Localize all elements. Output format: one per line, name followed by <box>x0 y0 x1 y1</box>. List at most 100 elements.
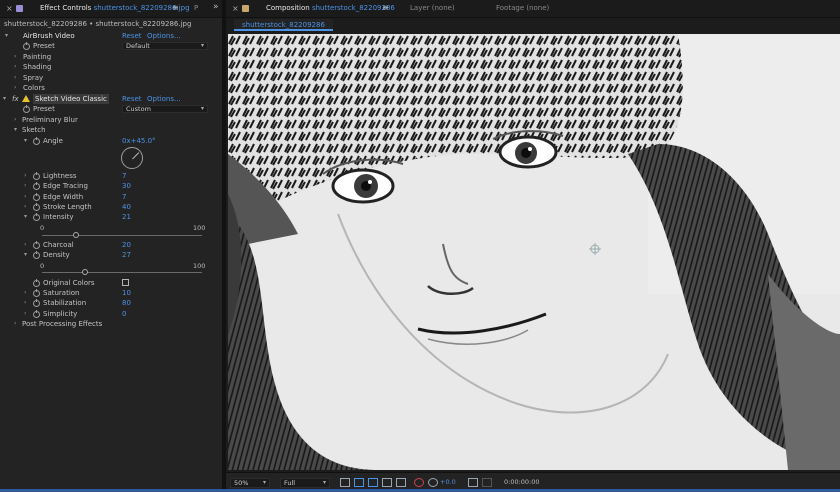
airbrush-group-colors[interactable]: › Colors <box>0 83 222 93</box>
chevron-right-icon[interactable]: › <box>24 240 26 250</box>
preset-dropdown[interactable]: Default <box>122 42 208 50</box>
param-value[interactable]: 7 <box>122 171 126 181</box>
original-colors-checkbox[interactable] <box>122 279 129 286</box>
chevron-right-icon[interactable]: › <box>24 192 26 202</box>
fast-previews-icon[interactable] <box>340 478 350 487</box>
preliminary-blur-group[interactable]: › Preliminary Blur <box>0 115 222 125</box>
param-value[interactable]: 20 <box>122 240 131 250</box>
slider-knob[interactable] <box>82 269 89 275</box>
chevron-down-icon[interactable]: ▾ <box>14 125 17 135</box>
param-value[interactable]: 7 <box>122 192 126 202</box>
show-snapshot-icon[interactable] <box>482 478 492 487</box>
options-link[interactable]: Options... <box>147 31 181 41</box>
param-value[interactable]: 21 <box>122 212 131 222</box>
hamburger-menu-icon[interactable]: ≡ <box>172 3 179 12</box>
next-tab[interactable]: P <box>194 4 198 12</box>
reset-link[interactable]: Reset <box>122 31 142 41</box>
zoom-dropdown[interactable]: 50% <box>230 478 270 488</box>
chevron-right-icon[interactable]: › <box>24 181 26 191</box>
param-value[interactable]: 27 <box>122 250 131 260</box>
chevron-right-icon[interactable]: › <box>14 62 16 72</box>
transparency-grid-icon[interactable] <box>354 478 364 487</box>
hamburger-menu-icon[interactable]: ≡ <box>382 3 389 12</box>
preset-dropdown[interactable]: Custom <box>122 105 208 113</box>
footage-tab[interactable]: Footage (none) <box>496 4 549 12</box>
chevron-right-icon[interactable]: › <box>14 115 16 125</box>
panel-overflow-icon[interactable]: » <box>213 2 219 12</box>
chevron-right-icon[interactable]: › <box>24 171 26 181</box>
chevron-right-icon[interactable]: › <box>14 83 16 93</box>
stopwatch-icon[interactable] <box>33 202 40 211</box>
chevron-right-icon[interactable]: › <box>24 288 26 298</box>
exposure-reset-icon[interactable] <box>428 478 438 487</box>
effect-controls-tab[interactable]: × Effect Controls shutterstock_82209286.… <box>0 0 222 18</box>
fx-toggle-icon[interactable]: fx <box>12 94 19 104</box>
composition-viewer[interactable] <box>228 34 840 470</box>
intensity-slider[interactable] <box>42 232 202 238</box>
grid-guides-icon[interactable] <box>396 478 406 487</box>
angle-dial[interactable] <box>121 147 143 169</box>
chevron-down-icon[interactable]: ▾ <box>3 94 6 104</box>
snapshot-icon[interactable] <box>468 478 478 487</box>
reset-link[interactable]: Reset <box>122 94 142 104</box>
mask-visibility-icon[interactable] <box>368 478 378 487</box>
stopwatch-icon[interactable] <box>33 250 40 259</box>
airbrush-group-spray[interactable]: › Spray <box>0 73 222 83</box>
exposure-value[interactable]: +0.0 <box>440 478 456 486</box>
slider-min-label: 0 <box>40 224 45 232</box>
slider-knob[interactable] <box>72 232 79 238</box>
param-value[interactable]: 30 <box>122 181 131 191</box>
close-icon[interactable]: × <box>232 4 239 13</box>
preset-label: Preset <box>33 42 55 50</box>
close-icon[interactable]: × <box>6 4 13 13</box>
timecode[interactable]: 0:00:00:00 <box>504 478 540 486</box>
stopwatch-icon[interactable] <box>33 212 40 221</box>
chevron-down-icon[interactable]: ▾ <box>24 250 27 260</box>
param-label: Simplicity <box>43 310 78 318</box>
param-value[interactable]: 10 <box>122 288 131 298</box>
stopwatch-icon[interactable] <box>33 309 40 318</box>
stopwatch-icon[interactable] <box>33 278 40 287</box>
sketch-group[interactable]: ▾ Sketch <box>0 125 222 135</box>
resolution-dropdown[interactable]: Full <box>280 478 330 488</box>
stopwatch-icon[interactable] <box>33 298 40 307</box>
airbrush-group-painting[interactable]: › Painting <box>0 52 222 62</box>
param-value[interactable]: 80 <box>122 298 131 308</box>
tab-title: Composition <box>266 4 310 12</box>
chevron-right-icon[interactable]: › <box>24 309 26 319</box>
stopwatch-icon[interactable] <box>33 181 40 190</box>
angle-value[interactable]: 0x+45.0° <box>122 136 156 146</box>
density-slider[interactable] <box>42 269 202 275</box>
region-of-interest-icon[interactable] <box>382 478 392 487</box>
stopwatch-icon[interactable] <box>23 104 30 113</box>
post-processing-group[interactable]: › Post Processing Effects <box>0 319 222 329</box>
param-label: Edge Tracing <box>43 182 88 190</box>
param-row-original-colors: Original Colors <box>0 278 222 288</box>
airbrush-group-shading[interactable]: › Shading <box>0 62 222 72</box>
options-link[interactable]: Options... <box>147 94 181 104</box>
color-channel-icon[interactable] <box>414 478 424 487</box>
chevron-right-icon[interactable]: › <box>14 319 16 329</box>
chevron-right-icon[interactable]: › <box>24 202 26 212</box>
stopwatch-icon[interactable] <box>33 240 40 249</box>
param-label: Intensity <box>43 213 74 221</box>
composition-subtab[interactable]: shutterstock_82209286 <box>234 19 333 31</box>
param-value[interactable]: 40 <box>122 202 131 212</box>
after-effects-window: × Effect Controls shutterstock_82209286.… <box>0 0 840 492</box>
chevron-down-icon[interactable]: ▾ <box>24 212 27 222</box>
stopwatch-icon[interactable] <box>33 288 40 297</box>
chevron-down-icon[interactable]: ▾ <box>24 136 27 146</box>
chevron-right-icon[interactable]: › <box>14 52 16 62</box>
airbrush-effect-header[interactable]: ▾ AirBrush Video Reset Options... <box>0 31 222 41</box>
chevron-right-icon[interactable]: › <box>24 298 26 308</box>
stopwatch-icon[interactable] <box>23 41 30 50</box>
layer-tab[interactable]: Layer (none) <box>410 4 455 12</box>
composition-tab[interactable]: Composition shutterstock_82209286 <box>266 4 395 12</box>
stopwatch-icon[interactable] <box>33 171 40 180</box>
sketch-effect-header[interactable]: ▾ fx Sketch Video Classic Reset Options.… <box>0 94 222 104</box>
chevron-down-icon[interactable]: ▾ <box>5 31 8 41</box>
stopwatch-icon[interactable] <box>33 136 40 145</box>
chevron-right-icon[interactable]: › <box>14 73 16 83</box>
stopwatch-icon[interactable] <box>33 192 40 201</box>
param-value[interactable]: 0 <box>122 309 126 319</box>
